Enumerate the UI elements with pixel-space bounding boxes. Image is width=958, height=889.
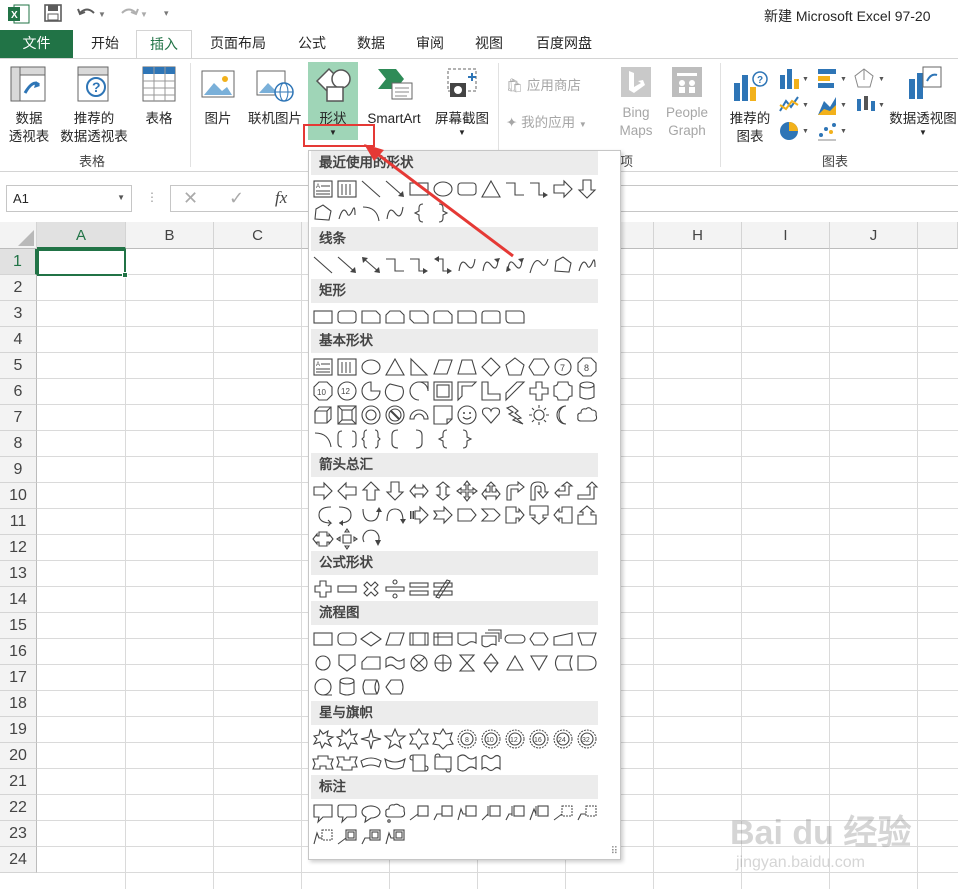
watermark-url: jingyan.baidu.com <box>736 854 865 871</box>
excel-window: X ▼ ▼ ▾ 新建 Microsoft Excel 97-20 文件 开始 插… <box>0 0 958 889</box>
annotation-arrow <box>364 144 514 258</box>
baidu-watermark: Bai du 经验 jingyan.baidu.com <box>730 805 950 885</box>
watermark-brand: Bai du 经验 <box>730 814 912 852</box>
